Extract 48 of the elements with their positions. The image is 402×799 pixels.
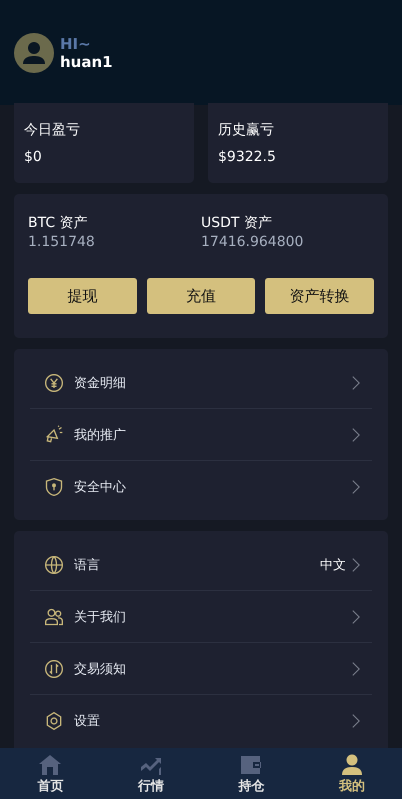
chevron-right-icon	[352, 556, 360, 572]
chevron-right-icon	[352, 608, 360, 624]
greeting: HI~	[60, 34, 92, 52]
chevron-right-icon	[352, 712, 360, 728]
stat-value: $9322.5	[218, 149, 277, 165]
chevron-right-icon	[352, 374, 360, 390]
menu-label: 资金明细	[74, 374, 127, 392]
tab[interactable]: 首页	[0, 748, 100, 799]
gear-icon	[44, 710, 64, 730]
asset-label: BTC 资产	[28, 214, 89, 232]
avatar-icon	[14, 32, 54, 72]
stat-label: 历史赢亏	[218, 121, 275, 139]
menu-value: 中文	[320, 556, 346, 574]
menu-item[interactable]: 设置	[30, 695, 372, 746]
stat-value: $0	[24, 149, 43, 165]
asset-value: 17416.964800	[201, 234, 304, 250]
menu-item[interactable]: 语言 中文	[30, 539, 372, 591]
tab[interactable]: 我的	[302, 748, 402, 799]
home-icon	[37, 752, 64, 776]
menu-item[interactable]: 安全中心	[30, 461, 372, 512]
menu-item[interactable]: 关于我们	[30, 591, 372, 643]
chevron-right-icon	[352, 426, 360, 442]
menu-item[interactable]: 交易须知	[30, 643, 372, 695]
username: huan1	[60, 52, 113, 70]
exchange-icon	[44, 658, 64, 678]
action-button[interactable]: 充值	[146, 278, 256, 314]
stat-label: 今日盈亏	[24, 121, 81, 139]
menu-label: 我的推广	[74, 426, 127, 444]
people-icon	[44, 606, 64, 626]
tab[interactable]: 行情	[100, 748, 201, 799]
menu-item[interactable]: 我的推广	[30, 409, 372, 461]
yuan-coin-icon	[44, 372, 64, 392]
menu-label: 关于我们	[74, 608, 127, 626]
action-button[interactable]: 资产转换	[265, 278, 374, 314]
asset-value: 1.151748	[28, 234, 96, 250]
megaphone-icon	[44, 424, 64, 444]
menu-item[interactable]: 资金明细	[30, 357, 372, 409]
menu-label: 交易须知	[74, 660, 127, 678]
menu-label: 设置	[74, 712, 101, 730]
asset-label: USDT 资产	[201, 214, 273, 232]
shield-icon	[44, 476, 64, 496]
tab[interactable]: 持仓	[201, 748, 302, 799]
menu-label: 语言	[74, 556, 101, 574]
chevron-right-icon	[352, 478, 360, 494]
menu-label: 安全中心	[74, 478, 127, 496]
globe-icon	[44, 554, 64, 574]
action-button[interactable]: 提现	[28, 278, 137, 314]
chevron-right-icon	[352, 660, 360, 676]
